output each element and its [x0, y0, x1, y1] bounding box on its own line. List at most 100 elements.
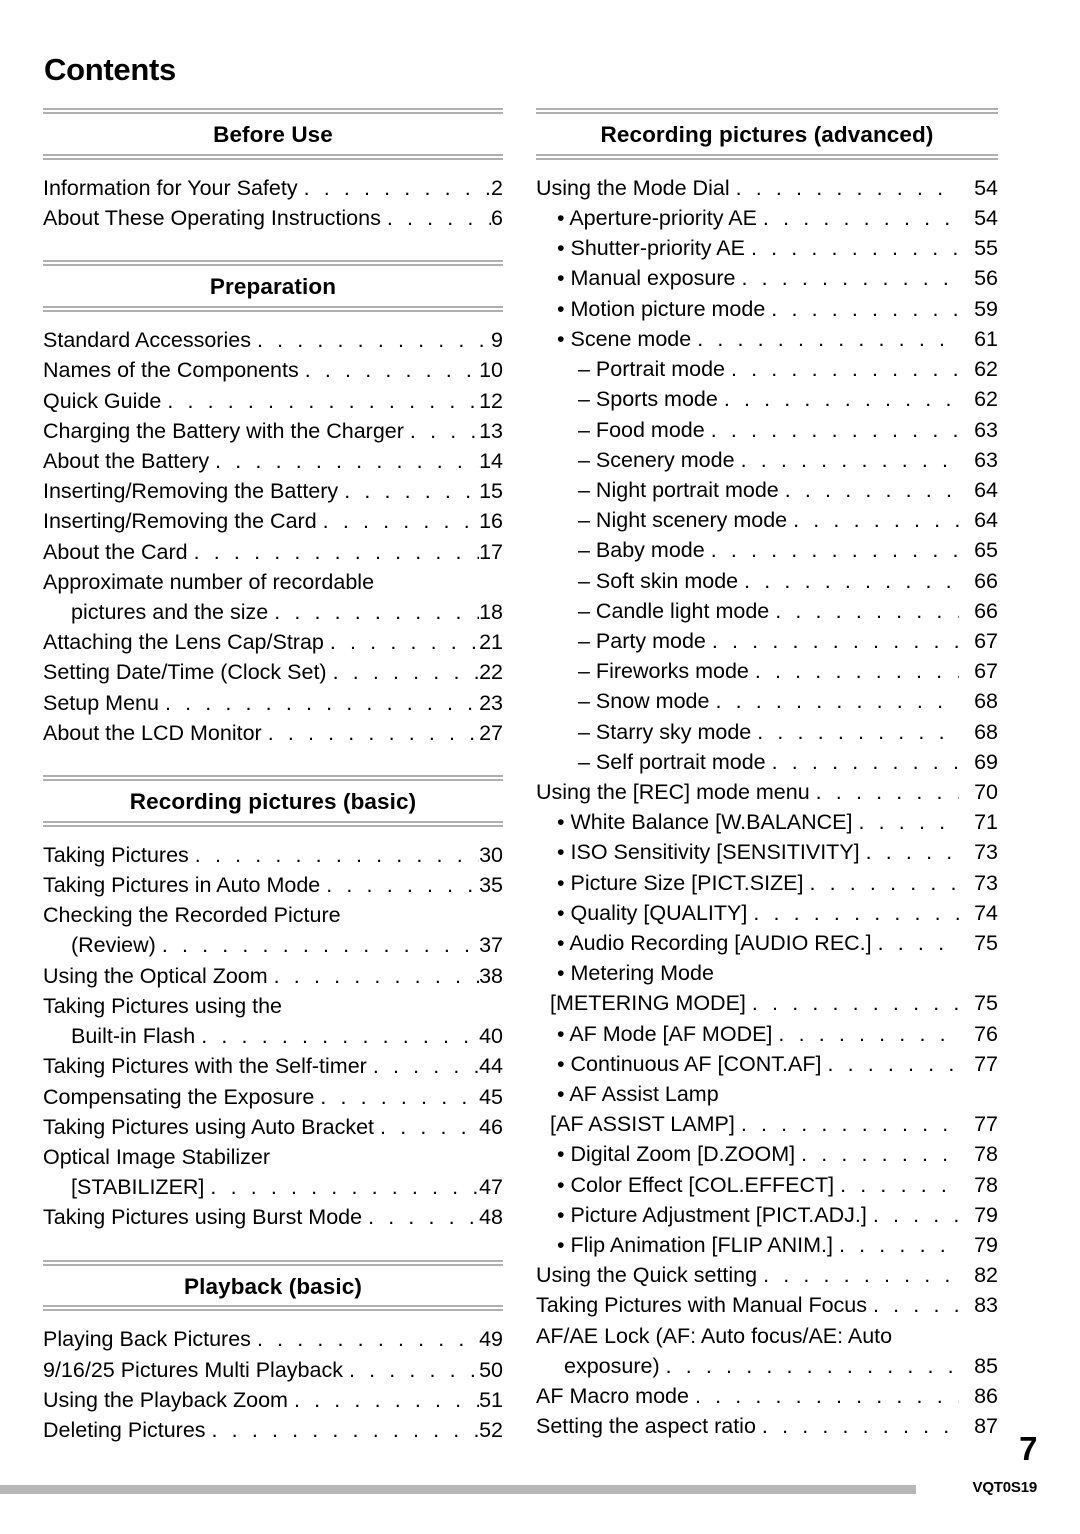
- toc-entry[interactable]: Inserting/Removing the Card. . . . . . .…: [43, 506, 503, 536]
- toc-entry[interactable]: • Scene mode. . . . . . . . . . . . . . …: [536, 324, 998, 354]
- toc-entry[interactable]: – Scenery mode. . . . . . . . . . . . . …: [536, 445, 998, 475]
- section-rule-top: [43, 775, 503, 782]
- toc-entry[interactable]: pictures and the size. . . . . . . . . .…: [43, 597, 503, 627]
- toc-entry[interactable]: Compensating the Exposure. . . . . . . .…: [43, 1082, 503, 1112]
- toc-entry-label: Inserting/Removing the Card: [43, 509, 317, 534]
- toc-dot-leader: . . . . . . . . . . . . . . . . . . . . …: [326, 873, 479, 898]
- toc-page-number: 6: [491, 206, 503, 231]
- toc-entry[interactable]: Taking Pictures in Auto Mode. . . . . . …: [43, 870, 503, 900]
- toc-dot-leader: . . . . . . . . . . . . . . . . . . . . …: [710, 538, 959, 563]
- toc-entry-label: – Soft skin mode: [578, 568, 739, 593]
- toc-entry[interactable]: – Fireworks mode. . . . . . . . . . . . …: [536, 656, 998, 686]
- toc-entry[interactable]: – Self portrait mode. . . . . . . . . . …: [536, 747, 998, 777]
- toc-entry[interactable]: Optical Image Stabilizer. . . . . . . . …: [43, 1142, 503, 1172]
- toc-entry[interactable]: Taking Pictures using Auto Bracket. . . …: [43, 1112, 503, 1142]
- toc-entry[interactable]: exposure). . . . . . . . . . . . . . . .…: [536, 1351, 998, 1381]
- toc-entry[interactable]: – Food mode. . . . . . . . . . . . . . .…: [536, 415, 998, 445]
- toc-entry[interactable]: Using the Quick setting. . . . . . . . .…: [536, 1260, 998, 1290]
- toc-entry[interactable]: – Candle light mode. . . . . . . . . . .…: [536, 596, 998, 626]
- toc-page-number: 67: [974, 628, 998, 653]
- toc-dot-leader: . . . . . . . . . . . . . . . . . . . . …: [735, 175, 959, 200]
- toc-entry[interactable]: Using the Mode Dial. . . . . . . . . . .…: [536, 173, 998, 203]
- toc-entry[interactable]: Checking the Recorded Picture. . . . . .…: [43, 900, 503, 930]
- toc-entry[interactable]: 9/16/25 Pictures Multi Playback. . . . .…: [43, 1355, 503, 1385]
- toc-entry[interactable]: About the Battery. . . . . . . . . . . .…: [43, 446, 503, 476]
- toc-entry[interactable]: • Continuous AF [CONT.AF]. . . . . . . .…: [536, 1049, 998, 1079]
- toc-entry[interactable]: • Picture Size [PICT.SIZE]. . . . . . . …: [536, 868, 998, 898]
- toc-entry[interactable]: AF Macro mode. . . . . . . . . . . . . .…: [536, 1381, 998, 1411]
- toc-entry[interactable]: About These Operating Instructions. . . …: [43, 203, 503, 233]
- toc-entry[interactable]: Approximate number of recordable. . . . …: [43, 567, 503, 597]
- toc-entry[interactable]: Taking Pictures with Manual Focus. . . .…: [536, 1290, 998, 1320]
- toc-entry[interactable]: – Night portrait mode. . . . . . . . . .…: [536, 475, 998, 505]
- toc-entry[interactable]: Taking Pictures with the Self-timer. . .…: [43, 1051, 503, 1081]
- toc-entry[interactable]: Taking Pictures. . . . . . . . . . . . .…: [43, 840, 503, 870]
- toc-entry[interactable]: • Motion picture mode. . . . . . . . . .…: [536, 294, 998, 324]
- toc-entry-label: Setting Date/Time (Clock Set): [43, 660, 327, 685]
- toc-entry[interactable]: Built-in Flash. . . . . . . . . . . . . …: [43, 1021, 503, 1051]
- toc-entry[interactable]: [METERING MODE]. . . . . . . . . . . . .…: [536, 988, 998, 1018]
- toc-entry[interactable]: Taking Pictures using Burst Mode. . . . …: [43, 1202, 503, 1232]
- toc-entry[interactable]: Quick Guide. . . . . . . . . . . . . . .…: [43, 386, 503, 416]
- toc-entry[interactable]: [AF ASSIST LAMP]. . . . . . . . . . . . …: [536, 1109, 998, 1139]
- toc-entry[interactable]: Using the Optical Zoom. . . . . . . . . …: [43, 961, 503, 991]
- toc-entry[interactable]: – Starry sky mode. . . . . . . . . . . .…: [536, 717, 998, 747]
- toc-dot-leader: . . . . . . . . . . . . . . . . . . . . …: [694, 1384, 959, 1408]
- toc-page-number: 66: [974, 598, 998, 623]
- toc-entry[interactable]: Setting Date/Time (Clock Set). . . . . .…: [43, 657, 503, 687]
- toc-dot-leader: . . . . . . . . . . . . . . . . . . . . …: [838, 1232, 959, 1257]
- toc-entry[interactable]: About the LCD Monitor. . . . . . . . . .…: [43, 718, 503, 748]
- page-number: 7: [1019, 1430, 1037, 1467]
- toc-column-right: Recording pictures (advanced) Using the M…: [536, 108, 998, 1445]
- toc-entry[interactable]: • AF Mode [AF MODE]. . . . . . . . . . .…: [536, 1019, 998, 1049]
- toc-entry[interactable]: Standard Accessories. . . . . . . . . . …: [43, 325, 503, 355]
- toc-page-number: 48: [479, 1205, 503, 1230]
- toc-dot-leader: . . . . . . . . . . . . . . . . . . . . …: [293, 1387, 479, 1412]
- toc-entry[interactable]: – Soft skin mode. . . . . . . . . . . . …: [536, 566, 998, 596]
- toc-entry[interactable]: • Metering Mode. . . . . . . . . . . . .…: [536, 958, 998, 988]
- toc-entry[interactable]: Inserting/Removing the Battery. . . . . …: [43, 476, 503, 506]
- toc-dot-leader: . . . . . . . . . . . . . . . . . . . . …: [840, 1172, 959, 1197]
- toc-dot-leader: . . . . . . . . . . . . . . . . . . . . …: [741, 266, 959, 291]
- toc-entry[interactable]: Information for Your Safety. . . . . . .…: [43, 173, 503, 203]
- toc-entry[interactable]: • ISO Sensitivity [SENSITIVITY]. . . . .…: [536, 837, 998, 867]
- toc-entry[interactable]: – Baby mode. . . . . . . . . . . . . . .…: [536, 535, 998, 565]
- toc-entry[interactable]: – Sports mode. . . . . . . . . . . . . .…: [536, 384, 998, 414]
- toc-entry[interactable]: (Review). . . . . . . . . . . . . . . . …: [43, 930, 503, 960]
- toc-entry[interactable]: • Audio Recording [AUDIO REC.]. . . . . …: [536, 928, 998, 958]
- toc-entry[interactable]: • Shutter-priority AE. . . . . . . . . .…: [536, 233, 998, 263]
- toc-entry[interactable]: Using the [REC] mode menu. . . . . . . .…: [536, 777, 998, 807]
- toc-entry[interactable]: • Picture Adjustment [PICT.ADJ.]. . . . …: [536, 1200, 998, 1230]
- toc-entry[interactable]: Using the Playback Zoom. . . . . . . . .…: [43, 1385, 503, 1415]
- toc-entry[interactable]: • Flip Animation [FLIP ANIM.]. . . . . .…: [536, 1230, 998, 1260]
- toc-entry[interactable]: • AF Assist Lamp. . . . . . . . . . . . …: [536, 1079, 998, 1109]
- toc-page-number: 51: [479, 1387, 503, 1412]
- toc-entry[interactable]: • Aperture-priority AE. . . . . . . . . …: [536, 203, 998, 233]
- toc-entry[interactable]: Playing Back Pictures. . . . . . . . . .…: [43, 1324, 503, 1354]
- toc-entry[interactable]: • White Balance [W.BALANCE]. . . . . . .…: [536, 807, 998, 837]
- toc-entry[interactable]: – Snow mode. . . . . . . . . . . . . . .…: [536, 686, 998, 716]
- toc-dot-leader: . . . . . . . . . . . . . . . . . . . . …: [344, 479, 479, 504]
- toc-dot-leader: . . . . . . . . . . . . . . . . . . . . …: [697, 326, 959, 351]
- toc-entry[interactable]: • Manual exposure. . . . . . . . . . . .…: [536, 263, 998, 293]
- toc-entry-label: Built-in Flash: [71, 1024, 196, 1049]
- toc-entry[interactable]: Attaching the Lens Cap/Strap. . . . . . …: [43, 627, 503, 657]
- section-rule-bottom: [43, 1305, 503, 1312]
- toc-entry[interactable]: – Portrait mode. . . . . . . . . . . . .…: [536, 354, 998, 384]
- toc-entry[interactable]: About the Card. . . . . . . . . . . . . …: [43, 537, 503, 567]
- toc-entry[interactable]: • Color Effect [COL.EFFECT]. . . . . . .…: [536, 1170, 998, 1200]
- toc-entry[interactable]: Taking Pictures using the. . . . . . . .…: [43, 991, 503, 1021]
- toc-entry[interactable]: Setup Menu. . . . . . . . . . . . . . . …: [43, 688, 503, 718]
- toc-entry[interactable]: • Digital Zoom [D.ZOOM]. . . . . . . . .…: [536, 1139, 998, 1169]
- toc-entry[interactable]: Charging the Battery with the Charger. .…: [43, 416, 503, 446]
- toc-dot-leader: . . . . . . . . . . . . . . . . . . . . …: [322, 509, 479, 534]
- toc-entry[interactable]: AF/AE Lock (AF: Auto focus/AE: Auto. . .…: [536, 1321, 998, 1351]
- toc-entry[interactable]: Names of the Components. . . . . . . . .…: [43, 355, 503, 385]
- toc-entry[interactable]: – Night scenery mode. . . . . . . . . . …: [536, 505, 998, 535]
- toc-entry[interactable]: [STABILIZER]. . . . . . . . . . . . . . …: [43, 1172, 503, 1202]
- toc-entry[interactable]: • Quality [QUALITY]. . . . . . . . . . .…: [536, 898, 998, 928]
- toc-entry[interactable]: – Party mode. . . . . . . . . . . . . . …: [536, 626, 998, 656]
- toc-dot-leader: . . . . . . . . . . . . . . . . . . . . …: [730, 357, 959, 382]
- toc-dot-leader: . . . . . . . . . . . . . . . . . . . . …: [210, 1175, 479, 1200]
- toc-entry-label: Standard Accessories: [43, 328, 251, 353]
